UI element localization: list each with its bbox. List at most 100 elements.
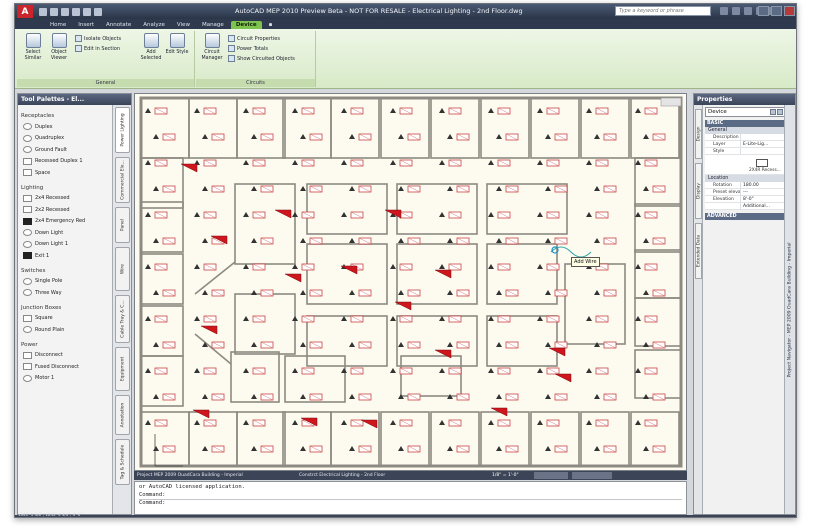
property-row[interactable]: Style: [705, 148, 793, 155]
switch-symbol: [145, 368, 151, 373]
quick-select-icon[interactable]: [770, 109, 776, 115]
command-line[interactable]: or AutoCAD licensed application. Command…: [134, 481, 687, 515]
palette-tab-tag-schedule[interactable]: Tag & Schedule: [115, 439, 130, 485]
ribbon-tab-more[interactable]: ▪: [264, 21, 278, 29]
palette-tab-panel[interactable]: Panel: [115, 207, 130, 243]
switch-symbol: [447, 290, 453, 295]
location-category[interactable]: Location: [705, 175, 793, 182]
palette-tool-recessed-duplex-1[interactable]: Recessed Duplex 1: [21, 156, 110, 168]
palette-tool-single-pole[interactable]: Single Pole: [21, 276, 110, 288]
open-icon[interactable]: [50, 7, 58, 16]
ribbon-tab-annotate[interactable]: Annotate: [101, 21, 136, 29]
style-preview[interactable]: 2X4R Recess...: [705, 155, 793, 175]
palette-tool-label: 2x2 Recessed: [35, 206, 70, 213]
device-symbol-icon: [23, 326, 32, 334]
plot-icon[interactable]: [94, 7, 102, 16]
circuit-properties-button[interactable]: Circuit Properties: [228, 35, 280, 42]
object-type-select[interactable]: Device: [705, 107, 793, 117]
ribbon-tab-manage[interactable]: Manage: [197, 21, 229, 29]
palette-tool-round-plain[interactable]: Round Plain: [21, 324, 110, 336]
maximize-button[interactable]: [771, 6, 782, 16]
communication-icon[interactable]: [744, 7, 752, 15]
palette-tool-quadruplex[interactable]: Quadruplex: [21, 133, 110, 145]
switch-symbol: [202, 186, 208, 191]
annotation-scale-tools[interactable]: [572, 472, 612, 479]
palette-tool-ground-fault[interactable]: Ground Fault: [21, 144, 110, 156]
ribbon-tab-device[interactable]: Device: [230, 21, 262, 29]
tool-palette-title[interactable]: Tool Palettes - El...: [18, 94, 131, 105]
palette-tab-annotation[interactable]: Annotation: [115, 395, 130, 435]
property-row[interactable]: Additional...: [705, 203, 793, 210]
save-icon[interactable]: [61, 7, 69, 16]
property-row[interactable]: Elevation 8'-0": [705, 196, 793, 203]
palette-tool-exit-1[interactable]: Exit 1: [21, 250, 110, 262]
general-category[interactable]: General: [705, 127, 793, 134]
show-circuited-objects-button[interactable]: Show Circuited Objects: [228, 55, 295, 62]
command-history-line: Command:: [139, 491, 166, 498]
palette-tool-motor-1[interactable]: Motor 1: [21, 373, 110, 385]
ribbon-tab-insert[interactable]: Insert: [73, 21, 99, 29]
palette-tool-duplex[interactable]: Duplex: [21, 121, 110, 133]
office-room: [236, 97, 286, 159]
palette-tool-fused-disconnect[interactable]: Fused Disconnect: [21, 361, 110, 373]
subscription-icon[interactable]: [732, 7, 740, 15]
palette-tool-2x4-recessed[interactable]: 2x4 Recessed: [21, 193, 110, 205]
search-icon[interactable]: [720, 7, 728, 15]
palette-tool-disconnect[interactable]: Disconnect: [21, 350, 110, 362]
switch-symbol: [292, 108, 298, 113]
select-similar-button[interactable]: Select Similar: [21, 33, 45, 61]
isolate-objects-button[interactable]: Isolate Objects: [75, 35, 121, 42]
palette-tool-down-light[interactable]: Down Light: [21, 227, 110, 239]
object-viewer-button[interactable]: Object Viewer: [47, 33, 71, 61]
command-input[interactable]: Command:: [139, 499, 682, 507]
palette-tool-square[interactable]: Square: [21, 313, 110, 325]
property-row[interactable]: Rotation 180.00: [705, 182, 793, 189]
edit-in-section-button[interactable]: Edit in Section: [75, 45, 120, 52]
palette-tool-2x2-recessed[interactable]: 2x2 Recessed: [21, 204, 110, 216]
switch-symbol: [439, 160, 445, 165]
advanced-section-header[interactable]: ADVANCED▴: [705, 213, 793, 220]
palette-tab-wire[interactable]: Wire: [115, 247, 130, 291]
floor-plan-drawing[interactable]: [135, 94, 687, 471]
palette-tab-power-lighting[interactable]: Power Lighting: [115, 107, 130, 153]
property-row[interactable]: Preset elevation---: [705, 189, 793, 196]
basic-section-header[interactable]: BASIC▴: [705, 120, 793, 127]
ribbon-tab-home[interactable]: Home: [45, 21, 71, 29]
project-navigator-tab[interactable]: Project Navigator - MEP 2009 OuadCara Bu…: [784, 105, 795, 514]
design-mode-selector[interactable]: [534, 472, 568, 479]
circuit-manager-button[interactable]: Circuit Manager: [200, 33, 224, 61]
switch-symbol: [251, 238, 257, 243]
switch-symbol: [594, 134, 600, 139]
undo-icon[interactable]: [72, 7, 80, 16]
palette-tool-space[interactable]: Space: [21, 167, 110, 179]
property-row[interactable]: Layer E-Lite-Lig...: [705, 141, 793, 148]
scale-readout[interactable]: 1/8" = 1'-0": [492, 473, 519, 478]
properties-title[interactable]: Properties: [694, 94, 795, 105]
properties-tab-extended-data[interactable]: Extended Data: [695, 223, 702, 279]
switch-symbol: [586, 108, 592, 113]
search-input[interactable]: Type a keyword or phrase: [615, 6, 711, 16]
edit-style-button[interactable]: Edit Style: [165, 33, 189, 56]
redo-icon[interactable]: [83, 7, 91, 16]
properties-tab-display[interactable]: Display: [695, 163, 702, 219]
property-name: Elevation: [705, 196, 741, 202]
palette-tool-2x4-emergency-red[interactable]: 2x4 Emergency Red: [21, 216, 110, 228]
drawing-canvas[interactable]: Add Wire: [134, 93, 687, 471]
palette-tab-commercial-ele-[interactable]: Commercial Ele...: [115, 157, 130, 203]
ribbon-tab-analyze[interactable]: Analyze: [138, 21, 170, 29]
minimize-button[interactable]: [758, 6, 769, 16]
ribbon-tab-view[interactable]: View: [172, 21, 195, 29]
palette-tool-down-light-1[interactable]: Down Light 1: [21, 239, 110, 251]
properties-tab-design[interactable]: Design: [695, 109, 702, 159]
power-totals-button[interactable]: Power Totals: [228, 45, 268, 52]
new-icon[interactable]: [39, 7, 47, 16]
application-menu-button[interactable]: A: [17, 5, 33, 18]
palette-tool-three-way[interactable]: Three Way: [21, 287, 110, 299]
select-objects-icon[interactable]: [777, 109, 783, 115]
close-button[interactable]: [784, 6, 795, 16]
add-selected-button[interactable]: Add Selected: [139, 33, 163, 61]
palette-tab-equipment[interactable]: Equipment: [115, 347, 130, 391]
property-row[interactable]: Description: [705, 134, 793, 141]
palette-tab-cable-tray-c-[interactable]: Cable Tray & C...: [115, 295, 130, 343]
ribbon-group-circuits: Circuit Manager Circuit Properties Power…: [196, 31, 316, 87]
